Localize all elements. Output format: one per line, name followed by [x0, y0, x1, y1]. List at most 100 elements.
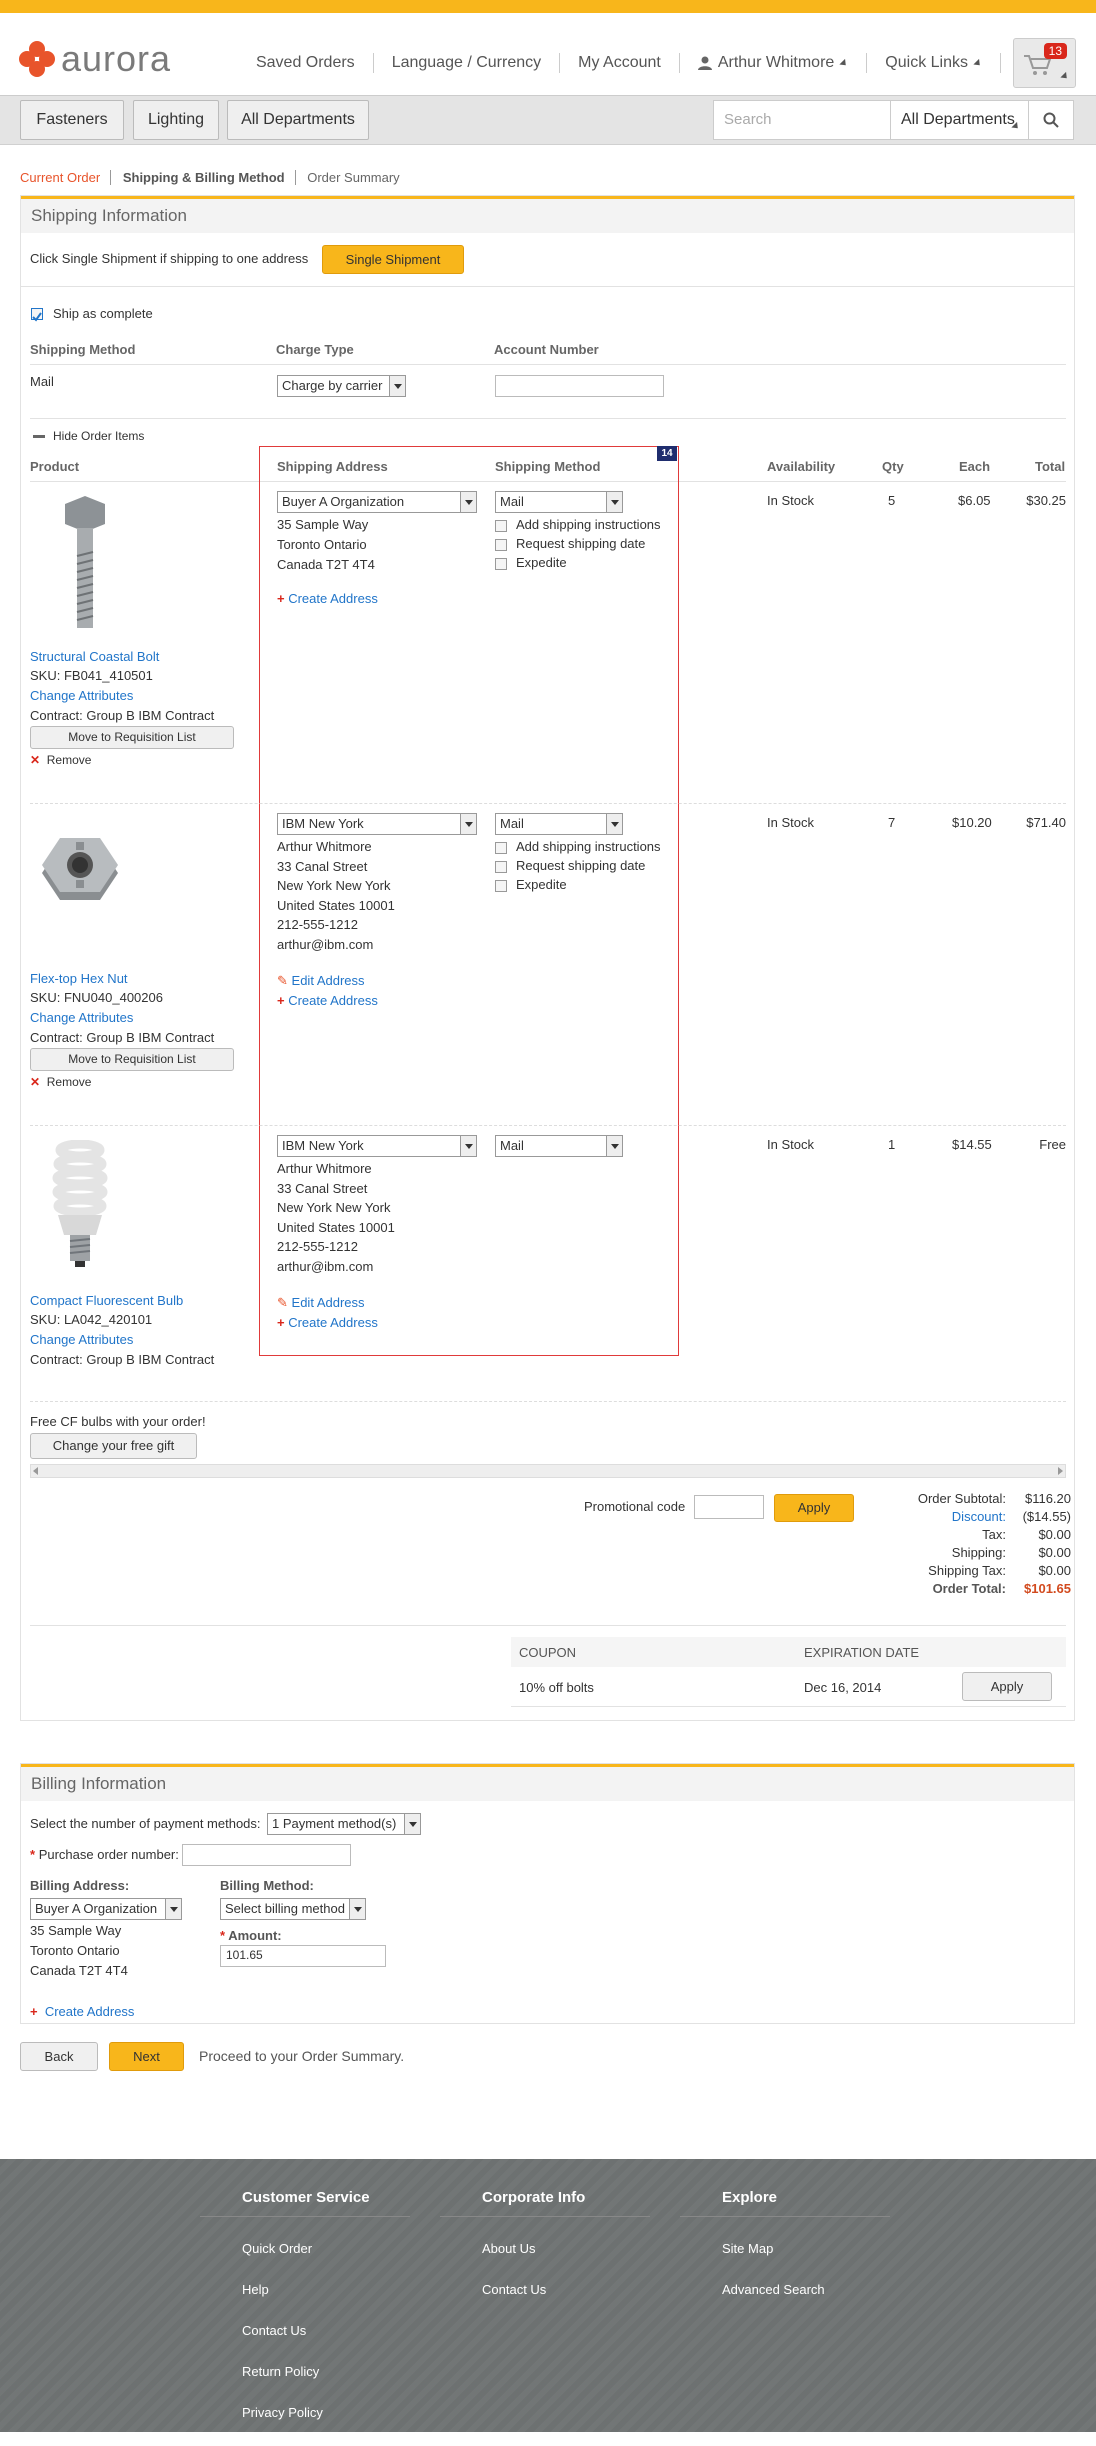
product-contract: Contract: Group B IBM Contract — [30, 1030, 215, 1045]
scroll-left-icon[interactable] — [33, 1467, 38, 1475]
address-line: United States 10001 — [277, 1219, 395, 1235]
change-attributes-link[interactable]: Change Attributes — [30, 1010, 133, 1025]
footer-link[interactable]: Contact Us — [242, 2323, 410, 2338]
shipping-address-select[interactable]: IBM New York — [277, 1135, 477, 1157]
address-line: Arthur Whitmore — [277, 839, 372, 854]
dropdown-icon — [839, 58, 849, 68]
footer-link[interactable]: Privacy Policy — [242, 2405, 410, 2420]
create-address-link[interactable]: + Create Address — [277, 993, 378, 1008]
po-number-input[interactable] — [182, 1844, 351, 1866]
item-shipping-method-select[interactable]: Mail — [495, 491, 623, 513]
unit-price: $6.05 — [958, 493, 991, 508]
next-button[interactable]: Next — [109, 2042, 184, 2071]
search-input[interactable]: Search — [714, 101, 891, 139]
move-to-requisition-button[interactable]: Move to Requisition List — [30, 726, 234, 749]
amount-input[interactable]: 101.65 — [220, 1945, 386, 1967]
create-address-link[interactable]: + Create Address — [277, 591, 378, 606]
footer-link[interactable]: About Us — [482, 2241, 650, 2256]
my-account-link[interactable]: My Account — [560, 53, 680, 73]
product-name-link[interactable]: Compact Fluorescent Bulb — [30, 1293, 183, 1308]
remove-item-link[interactable]: ✕ Remove — [30, 753, 91, 767]
change-free-gift-button[interactable]: Change your free gift — [30, 1433, 197, 1459]
footer-link[interactable]: Return Policy — [242, 2364, 410, 2379]
address-line: United States 10001 — [277, 897, 395, 913]
footer-link[interactable]: Help — [242, 2282, 410, 2297]
top-navigation: Saved Orders Language / Currency My Acco… — [238, 38, 1096, 88]
payment-count-select[interactable]: 1 Payment method(s) — [267, 1813, 421, 1835]
totals-row: Order Subtotal: $116.20 — [871, 1490, 1071, 1508]
footer-link[interactable]: Advanced Search — [722, 2282, 890, 2297]
coupon-apply-button[interactable]: Apply — [962, 1672, 1052, 1701]
edit-address-link[interactable]: ✎ Edit Address — [277, 973, 365, 989]
free-gift-text: Free CF bulbs with your order! — [30, 1414, 206, 1429]
footer-link[interactable]: Quick Order — [242, 2241, 410, 2256]
user-menu[interactable]: Arthur Whitmore — [680, 53, 868, 73]
scroll-right-icon[interactable] — [1058, 1467, 1063, 1475]
edit-address-link[interactable]: ✎ Edit Address — [277, 1295, 365, 1311]
quick-links-menu[interactable]: Quick Links — [867, 53, 1001, 73]
shipping-address-select[interactable]: IBM New York — [277, 813, 477, 835]
check-icon — [32, 312, 42, 322]
language-currency-link[interactable]: Language / Currency — [374, 53, 561, 73]
breadcrumb-current-order[interactable]: Current Order — [20, 170, 112, 185]
pencil-icon: ✎ — [277, 973, 288, 988]
create-address-link[interactable]: + Create Address — [277, 1315, 378, 1330]
expedite-checkbox[interactable] — [495, 558, 507, 570]
category-lighting[interactable]: Lighting — [133, 100, 219, 140]
product-name-link[interactable]: Structural Coastal Bolt — [30, 649, 159, 664]
totals-value: $0.00 — [1038, 1527, 1071, 1542]
total-header: Total — [1035, 459, 1066, 474]
charge-type-select[interactable]: Charge by carrier — [277, 375, 406, 397]
change-attributes-link[interactable]: Change Attributes — [30, 1332, 133, 1347]
footer-link[interactable]: Contact Us — [482, 2282, 650, 2297]
search-department-select[interactable]: All Departments — [891, 101, 1029, 139]
promo-code-input[interactable] — [694, 1495, 764, 1519]
cart-button[interactable]: 13 — [1013, 38, 1076, 88]
remove-icon: ✕ — [30, 753, 41, 767]
expiration-header: EXPIRATION DATE — [804, 1645, 920, 1660]
request-date-checkbox[interactable] — [495, 539, 507, 551]
billing-address-select[interactable]: Buyer A Organization — [30, 1898, 182, 1920]
horizontal-scrollbar[interactable] — [30, 1464, 1066, 1478]
shipping-address-select[interactable]: Buyer A Organization — [277, 491, 477, 513]
brand-name: aurora — [61, 38, 172, 79]
logo-mark-icon — [19, 41, 55, 77]
item-shipping-method-select[interactable]: Mail — [495, 1135, 623, 1157]
product-name-link[interactable]: Flex-top Hex Nut — [30, 971, 128, 986]
collapse-icon[interactable] — [33, 435, 45, 438]
hide-order-items-link[interactable]: Hide Order Items — [53, 429, 144, 443]
category-all-departments[interactable]: All Departments — [227, 100, 369, 140]
promo-apply-button[interactable]: Apply — [774, 1494, 854, 1522]
category-fasteners[interactable]: Fasteners — [20, 100, 124, 140]
account-number-input[interactable] — [495, 375, 664, 397]
availability: In Stock — [767, 493, 814, 508]
request-date-checkbox[interactable] — [495, 861, 507, 873]
unit-price: $10.20 — [952, 815, 992, 830]
ship-complete-checkbox[interactable] — [31, 308, 43, 322]
back-button[interactable]: Back — [20, 2042, 98, 2071]
address-line: 35 Sample Way — [277, 517, 369, 532]
search-button[interactable] — [1029, 101, 1073, 139]
shipping-instructions-checkbox[interactable] — [495, 842, 507, 854]
billing-method-select[interactable]: Select billing method — [220, 1898, 366, 1920]
address-line: 212-555-1212 — [277, 1239, 358, 1254]
user-name: Arthur Whitmore — [717, 54, 835, 71]
item-shipping-method-value: Mail — [500, 1138, 524, 1153]
aurora-logo[interactable]: aurora — [19, 33, 171, 85]
totals-row: Shipping Tax: $0.00 — [871, 1562, 1071, 1580]
po-number-text: Purchase order number: — [38, 1847, 179, 1862]
shipping-instructions-checkbox[interactable] — [495, 520, 507, 532]
dropdown-icon — [460, 1136, 476, 1156]
move-to-requisition-button[interactable]: Move to Requisition List — [30, 1048, 234, 1071]
item-shipping-method-select[interactable]: Mail — [495, 813, 623, 835]
change-attributes-link[interactable]: Change Attributes — [30, 688, 133, 703]
expedite-checkbox[interactable] — [495, 880, 507, 892]
single-shipment-button[interactable]: Single Shipment — [322, 245, 464, 274]
saved-orders-link[interactable]: Saved Orders — [238, 53, 374, 73]
create-address-label: Create Address — [288, 993, 378, 1008]
discount-link[interactable]: Discount: — [871, 1508, 1006, 1526]
footer-link[interactable]: Site Map — [722, 2241, 890, 2256]
remove-item-link[interactable]: ✕ Remove — [30, 1075, 91, 1089]
billing-create-address-link[interactable]: + Create Address — [30, 2004, 134, 2019]
search-department-value: All Departments — [901, 111, 1015, 128]
